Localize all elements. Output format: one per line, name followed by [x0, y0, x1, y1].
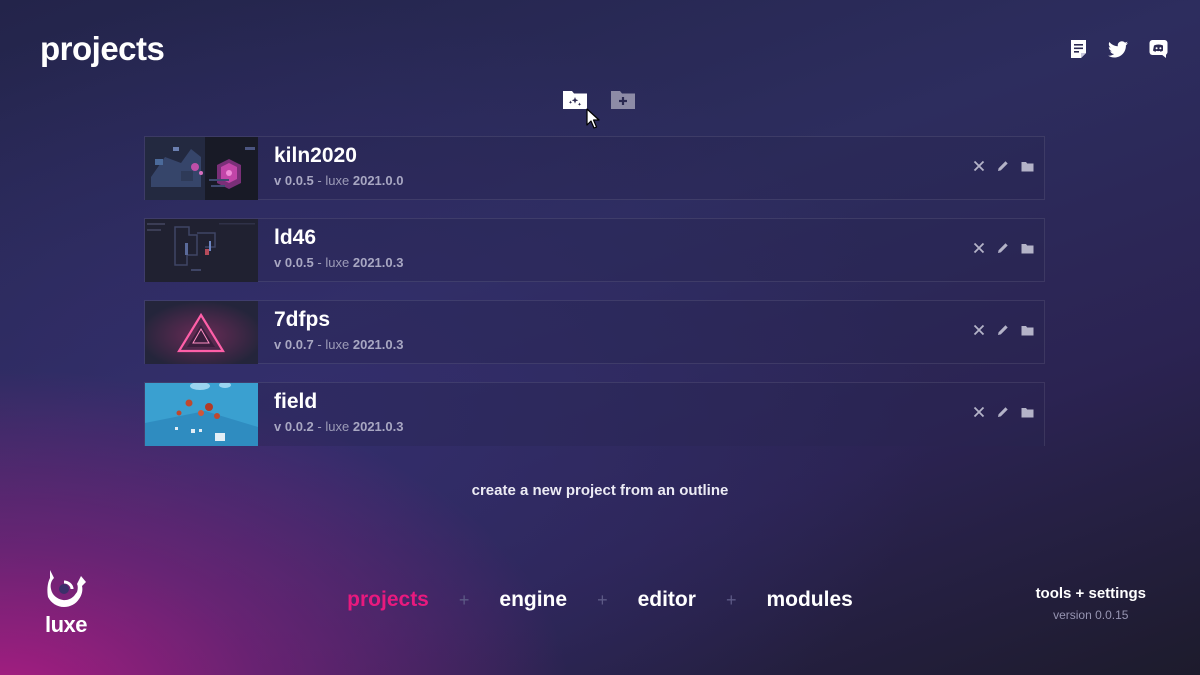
rename-pencil-icon[interactable]: [996, 241, 1010, 255]
project-thumbnail: [145, 383, 258, 446]
tools-settings-link[interactable]: tools + settings: [1036, 585, 1146, 602]
project-row[interactable]: ld46 v 0.0.5 - luxe 2021.0.3: [144, 218, 1045, 282]
project-meta: v 0.0.2 - luxe 2021.0.3: [274, 419, 404, 434]
nav-projects[interactable]: projects: [347, 588, 429, 612]
row-actions: [972, 159, 1034, 173]
version-label: version 0.0.15: [1053, 608, 1129, 622]
notes-icon[interactable]: [1068, 38, 1088, 60]
nav-separator: +: [597, 589, 608, 610]
nav-engine[interactable]: engine: [499, 588, 567, 612]
project-row[interactable]: field v 0.0.2 - luxe 2021.0.3: [144, 382, 1045, 446]
nav-editor[interactable]: editor: [638, 588, 696, 612]
tools-panel: tools + settings version 0.0.15: [1036, 585, 1146, 622]
create-from-outline-link[interactable]: create a new project from an outline: [0, 482, 1200, 499]
project-name: 7dfps: [274, 308, 331, 331]
new-project-folder-icon[interactable]: [562, 88, 588, 110]
rename-pencil-icon[interactable]: [996, 405, 1010, 419]
project-list: kiln2020 v 0.0.5 - luxe 2021.0.0 ld46 v …: [144, 136, 1045, 464]
row-actions: [972, 241, 1034, 255]
bottom-nav: projects + engine + editor + modules: [0, 588, 1200, 612]
project-name: ld46: [274, 226, 317, 249]
nav-modules[interactable]: modules: [766, 588, 852, 612]
project-thumbnail: [145, 219, 258, 282]
remove-icon[interactable]: [972, 241, 986, 255]
rename-pencil-icon[interactable]: [996, 159, 1010, 173]
page-title: projects: [40, 30, 165, 67]
discord-icon[interactable]: [1148, 38, 1168, 60]
row-actions: [972, 323, 1034, 337]
twitter-icon[interactable]: [1108, 38, 1128, 60]
project-name: field: [274, 390, 318, 413]
open-folder-icon[interactable]: [1020, 323, 1034, 337]
mouse-cursor-icon: [586, 108, 600, 130]
nav-separator: +: [725, 589, 737, 610]
open-folder-icon[interactable]: [1020, 241, 1034, 255]
project-meta: v 0.0.7 - luxe 2021.0.3: [274, 337, 404, 352]
project-meta: v 0.0.5 - luxe 2021.0.3: [274, 255, 404, 270]
rename-pencil-icon[interactable]: [996, 323, 1010, 337]
project-thumbnail: [145, 137, 258, 200]
project-name: kiln2020: [274, 144, 357, 167]
top-icons: [1068, 38, 1168, 60]
open-folder-icon[interactable]: [1020, 405, 1034, 419]
project-row[interactable]: kiln2020 v 0.0.5 - luxe 2021.0.0: [144, 136, 1045, 200]
folder-actions: [562, 88, 636, 110]
remove-icon[interactable]: [972, 159, 986, 173]
project-meta: v 0.0.5 - luxe 2021.0.0: [274, 173, 404, 188]
remove-icon[interactable]: [972, 323, 986, 337]
project-row[interactable]: 7dfps v 0.0.7 - luxe 2021.0.3: [144, 300, 1045, 364]
row-actions: [972, 405, 1034, 419]
open-folder-icon[interactable]: [1020, 159, 1034, 173]
remove-icon[interactable]: [972, 405, 986, 419]
logo-text: luxe: [45, 612, 88, 637]
project-thumbnail: [145, 301, 258, 364]
nav-separator: +: [458, 589, 470, 610]
add-folder-icon[interactable]: [610, 88, 636, 110]
